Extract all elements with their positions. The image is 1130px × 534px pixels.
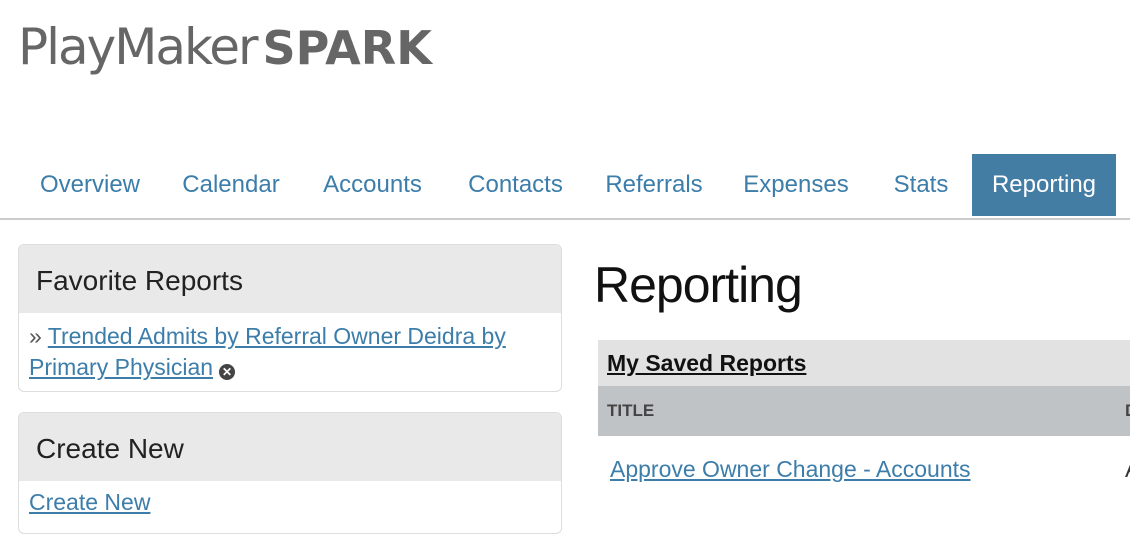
main-navigation: Overview Calendar Accounts Contacts Refe… — [0, 154, 1130, 220]
saved-reports-title-link[interactable]: My Saved Reports — [607, 350, 806, 376]
remove-circle-icon[interactable]: ✕ — [219, 364, 236, 380]
favorite-reports-panel: Favorite Reports » Trended Admits by Ref… — [18, 244, 562, 392]
app-logo[interactable]: PlayMaker SPARK — [18, 18, 432, 88]
favorite-report-link[interactable]: Trended Admits by Referral Owner Deidra … — [29, 323, 506, 380]
favorite-reports-title: Favorite Reports — [19, 245, 561, 313]
column-header-title[interactable]: TITLE — [607, 401, 654, 420]
favorite-bullet: » — [29, 323, 42, 349]
tab-calendar[interactable]: Calendar — [162, 154, 300, 216]
logo-wordmark: PlayMaker — [18, 18, 259, 76]
create-new-link[interactable]: Create New — [29, 489, 150, 515]
create-new-panel: Create New Create New — [18, 412, 562, 534]
tab-contacts[interactable]: Contacts — [445, 154, 586, 216]
table-row: Approve Owner Change - Accounts A — [598, 436, 1130, 494]
tab-overview[interactable]: Overview — [18, 154, 162, 216]
tab-expenses[interactable]: Expenses — [722, 154, 870, 216]
favorite-reports-list: » Trended Admits by Referral Owner Deidr… — [19, 313, 561, 391]
saved-reports-header: My Saved Reports — [598, 340, 1130, 386]
tab-accounts[interactable]: Accounts — [300, 154, 445, 216]
column-header-second[interactable]: D — [1125, 386, 1130, 436]
create-new-body: Create New — [19, 481, 561, 526]
tab-stats[interactable]: Stats — [870, 154, 972, 216]
tab-reporting[interactable]: Reporting — [972, 154, 1116, 216]
logo-accent: SPARK — [262, 21, 432, 75]
saved-report-link[interactable]: Approve Owner Change - Accounts — [610, 456, 971, 482]
saved-reports-table: My Saved Reports TITLE D Approve Owner C… — [598, 340, 1130, 494]
table-column-headers: TITLE D — [598, 386, 1130, 436]
saved-report-second-cell: A — [1125, 436, 1130, 502]
create-new-title: Create New — [19, 413, 561, 481]
tab-referrals[interactable]: Referrals — [586, 154, 722, 216]
page-title: Reporting — [594, 257, 803, 313]
